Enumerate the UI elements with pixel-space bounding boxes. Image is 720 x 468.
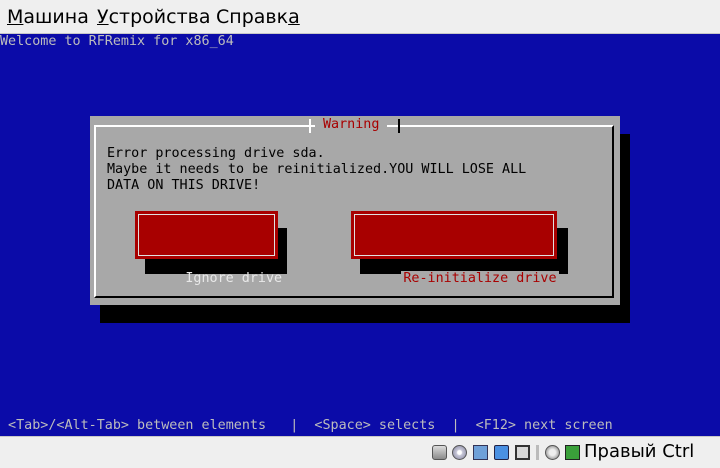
- menubar: Машина Устройства Справка: [0, 0, 720, 34]
- ignore-drive-label: Ignore drive: [185, 271, 283, 286]
- title-bracket-left: [309, 119, 311, 133]
- keyboard-help-line: <Tab>/<Alt-Tab> between elements | <Spac…: [0, 418, 613, 433]
- reinitialize-drive-button[interactable]: Re-initialize drive: [351, 211, 559, 287]
- dialog-message: Error processing drive sda. Maybe it nee…: [107, 146, 527, 193]
- menu-devices[interactable]: Устройства: [97, 5, 210, 29]
- reinitialize-drive-label: Re-initialize drive: [401, 271, 559, 287]
- hdd-icon[interactable]: [432, 445, 447, 460]
- display-icon[interactable]: [515, 445, 530, 460]
- warning-dialog: Warning Error processing drive sda. Mayb…: [90, 116, 620, 305]
- vm-statusbar: Правый Ctrl: [0, 436, 720, 468]
- cd-icon[interactable]: [452, 445, 467, 460]
- ignore-drive-button[interactable]: Ignore drive: [135, 211, 282, 286]
- welcome-text: Welcome to RFRemix for x86_64: [0, 34, 234, 49]
- host-key-label: Правый Ctrl: [584, 441, 695, 462]
- network-icon[interactable]: [473, 445, 488, 460]
- folder-icon[interactable]: [494, 445, 509, 460]
- video-capture-icon[interactable]: [545, 445, 560, 460]
- separator: [536, 445, 539, 460]
- menu-machine[interactable]: Машина: [7, 5, 89, 29]
- menu-help[interactable]: Справка: [216, 5, 300, 29]
- mouse-integration-icon[interactable]: [565, 445, 580, 460]
- dialog-title: Warning: [315, 116, 388, 134]
- title-bracket-right: [398, 119, 400, 133]
- vm-console-screen[interactable]: Welcome to RFRemix for x86_64 Warning Er…: [0, 34, 720, 436]
